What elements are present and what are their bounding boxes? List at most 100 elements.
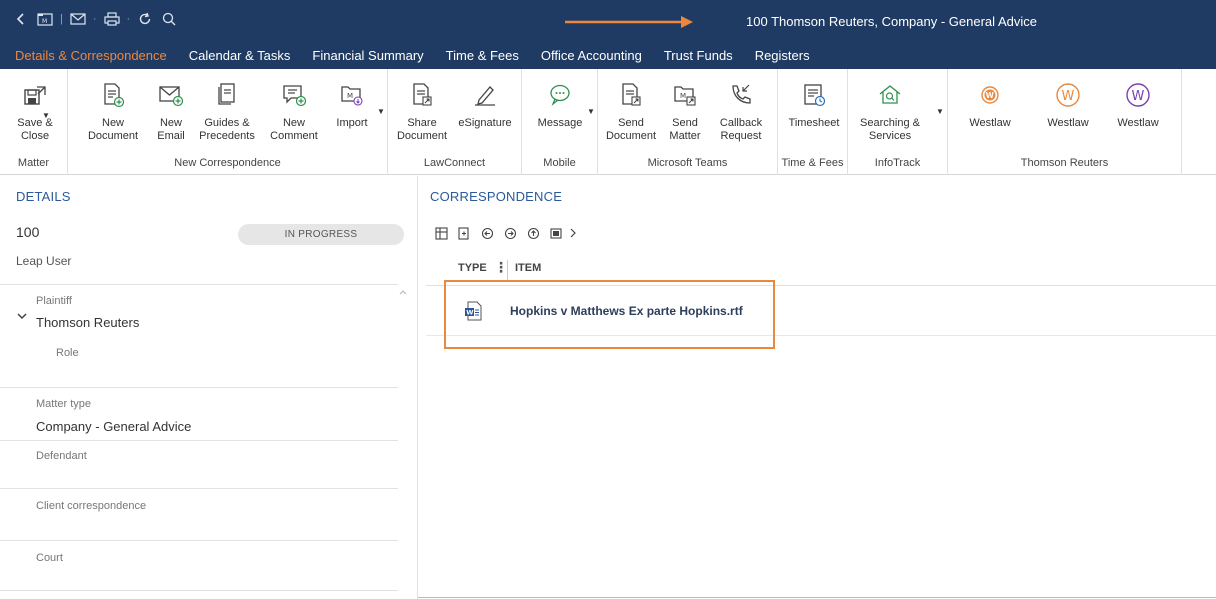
guides-icon (213, 81, 241, 109)
more-chevron-icon[interactable] (566, 226, 580, 240)
timesheet-button[interactable]: Timesheet (786, 81, 842, 130)
search-icon[interactable] (160, 10, 178, 28)
import-button[interactable]: M Import (330, 81, 374, 130)
westlaw-logo-icon: W (1124, 81, 1152, 109)
refresh-icon[interactable] (136, 10, 154, 28)
previous-icon[interactable] (480, 226, 494, 240)
separator: | (60, 13, 63, 25)
westlaw-button-1[interactable]: W Westlaw (968, 81, 1012, 130)
westlaw-button-3[interactable]: W Westlaw (1116, 81, 1160, 130)
plaintiff-value[interactable]: Thomson Reuters (36, 315, 139, 330)
westlaw-logo-icon: W (1054, 81, 1082, 109)
tab-trust-funds[interactable]: Trust Funds (653, 48, 744, 69)
import-dropdown-caret[interactable]: ▼ (377, 107, 385, 116)
back-icon[interactable] (12, 10, 30, 28)
tab-details-correspondence[interactable]: Details & Correspondence (0, 48, 178, 69)
import-icon: M (338, 81, 366, 109)
matter-type-label: Matter type (36, 398, 92, 410)
share-document-button[interactable]: Share Document (397, 81, 447, 143)
matter-type-value[interactable]: Company - General Advice (36, 419, 191, 434)
new-email-button[interactable]: New Email (153, 81, 189, 143)
callback-request-button[interactable]: Callback Request (716, 81, 766, 143)
window-title: 100 Thomson Reuters, Company - General A… (746, 14, 1037, 29)
column-item[interactable]: ITEM (515, 262, 541, 274)
new-comment-button[interactable]: New Comment (266, 81, 322, 143)
column-separator[interactable] (507, 260, 508, 280)
ribbon-group-microsoft-teams: Send Document M Send Matter Callback Req… (598, 69, 778, 175)
svg-text:M: M (680, 92, 686, 100)
ribbon-group-mobile: Message ▼ Mobile (522, 69, 598, 175)
guides-precedents-button[interactable]: Guides & Precedents (194, 81, 260, 143)
arrow-annotation-icon (565, 16, 693, 28)
role-label: Role (56, 347, 79, 359)
searching-services-button[interactable]: Searching & Services (858, 81, 922, 143)
divider (0, 488, 398, 489)
new-document-icon (99, 81, 127, 109)
defendant-label: Defendant (36, 450, 87, 462)
divider (0, 284, 398, 285)
divider (0, 590, 398, 591)
status-badge[interactable]: IN PROGRESS (238, 224, 404, 245)
save-dropdown-caret[interactable]: ▼ (42, 111, 50, 120)
new-comment-icon (280, 81, 308, 109)
share-document-icon (408, 81, 436, 109)
send-document-icon (617, 81, 645, 109)
searching-dropdown-caret[interactable]: ▼ (936, 107, 944, 116)
ribbon: Save & Close ▼ Matter New Document New E… (0, 69, 1216, 175)
dropdown-dot[interactable]: · (93, 13, 97, 25)
assigned-user: Leap User (16, 254, 72, 268)
send-matter-button[interactable]: M Send Matter (663, 81, 707, 143)
matter-icon[interactable]: M (36, 10, 54, 28)
details-panel: DETAILS 100 IN PROGRESS Leap User Plaint… (0, 176, 418, 599)
divider (0, 440, 398, 441)
next-icon[interactable] (503, 226, 517, 240)
scroll-up-icon[interactable] (398, 287, 408, 297)
up-icon[interactable] (526, 226, 540, 240)
save-icon (21, 81, 49, 109)
callback-phone-icon (727, 81, 755, 109)
title-bar: M | · · 100 Thomson Reuters, Company - G… (0, 0, 1216, 45)
details-scrollbar[interactable] (398, 286, 408, 598)
tab-financial-summary[interactable]: Financial Summary (301, 48, 434, 69)
signature-pen-icon (471, 81, 499, 109)
client-correspondence-label: Client correspondence (36, 500, 147, 512)
expand-icon[interactable] (457, 226, 471, 240)
court-label: Court (36, 552, 63, 564)
folder-view-icon[interactable] (549, 226, 563, 240)
column-menu-icon[interactable]: ⋮ (494, 259, 508, 276)
tab-time-fees[interactable]: Time & Fees (435, 48, 530, 69)
message-button[interactable]: Message (536, 81, 584, 130)
svg-text:W: W (986, 91, 995, 100)
ribbon-group-matter: Save & Close ▼ Matter (0, 69, 68, 175)
divider (418, 597, 1216, 598)
esignature-button[interactable]: eSignature (454, 81, 516, 130)
column-type[interactable]: TYPE (458, 262, 487, 274)
message-icon (546, 81, 574, 109)
tab-office-accounting[interactable]: Office Accounting (530, 48, 653, 69)
correspondence-toolbar (434, 226, 580, 240)
new-document-button[interactable]: New Document (88, 81, 138, 143)
westlaw-button-2[interactable]: W Westlaw (1046, 81, 1090, 130)
print-icon[interactable] (103, 10, 121, 28)
email-icon[interactable] (69, 10, 87, 28)
ribbon-group-new-correspondence: New Document New Email Guides & Preceden… (68, 69, 388, 175)
dropdown-dot[interactable]: · (127, 13, 131, 25)
ribbon-group-infotrack: Searching & Services ▼ InfoTrack (848, 69, 948, 175)
matter-number: 100 (16, 224, 40, 240)
main-tabs: Details & Correspondence Calendar & Task… (0, 45, 1216, 69)
svg-text:W: W (1062, 89, 1075, 104)
columns-icon[interactable] (434, 226, 448, 240)
details-title: DETAILS (16, 189, 71, 204)
highlight-annotation (444, 280, 775, 349)
quick-access-toolbar: M | · · (12, 10, 178, 28)
chevron-down-icon[interactable] (17, 309, 27, 323)
ribbon-group-time-fees: Timesheet Time & Fees (778, 69, 848, 175)
divider (0, 387, 398, 388)
house-search-icon (876, 81, 904, 109)
tab-registers[interactable]: Registers (744, 48, 821, 69)
tab-calendar-tasks[interactable]: Calendar & Tasks (178, 48, 302, 69)
westlaw-logo-icon: W (976, 81, 1004, 109)
send-document-button[interactable]: Send Document (606, 81, 656, 143)
message-dropdown-caret[interactable]: ▼ (587, 107, 595, 116)
svg-text:M: M (42, 18, 47, 25)
